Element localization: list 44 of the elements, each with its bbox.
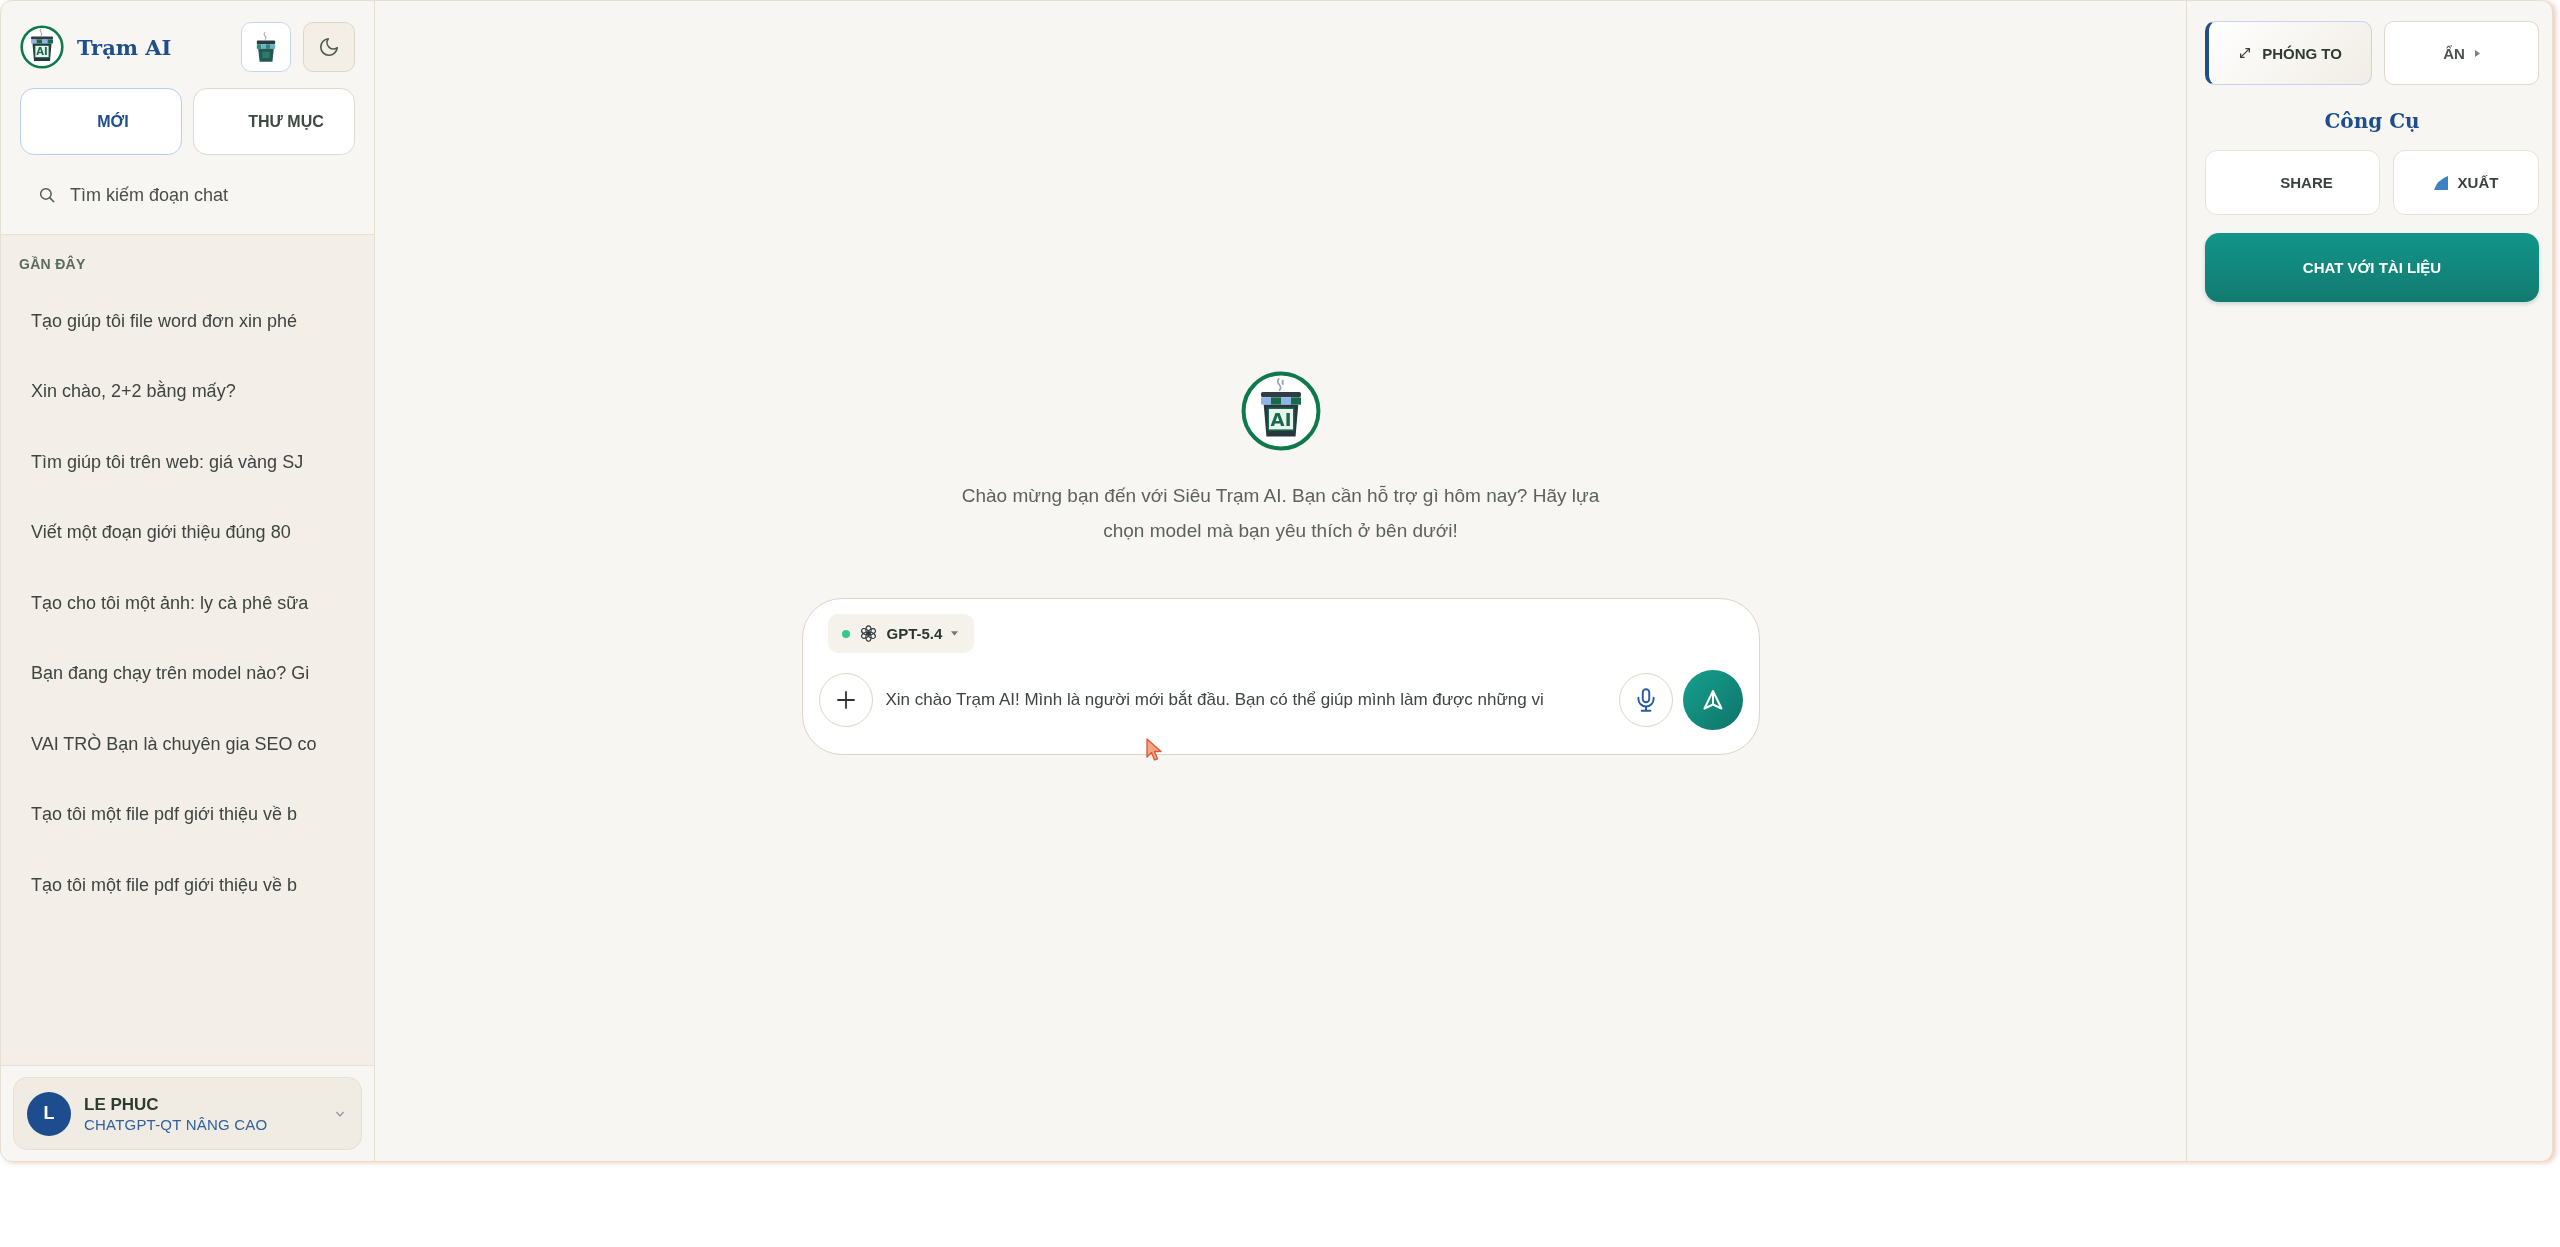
search-icon (38, 186, 56, 204)
caret-icon (951, 631, 959, 636)
quarter-shape-icon (2433, 175, 2448, 190)
message-input[interactable]: Xin chào Trạm AI! Mình là người mới bắt đầu. Bạn có thể giúp mình làm được những vi (885, 680, 1606, 720)
chat-history-item[interactable]: Tạo giúp tôi file word đơn xin phé (1, 286, 305, 357)
chat-history-item[interactable]: Tạo tôi một file pdf giới thiệu về b (1, 850, 305, 921)
navigation-arrow-icon (1700, 688, 1725, 712)
new-chat-button[interactable]: MỚI (20, 88, 182, 155)
user-name: LE PHUC (84, 1093, 159, 1115)
export-button[interactable]: XUẤT (2393, 150, 2539, 215)
welcome-message: Chào mừng bạn đến với Siêu Trạm AI. Bạn cần hỗ trợ gì hôm nay? Hãy lựa chọn model mà bạn yêu thích ở bên dưới! (960, 484, 1601, 543)
cup-logo: AI (1240, 371, 1321, 451)
cup-logo: AI (20, 25, 64, 69)
tools-title: Công Cụ (2323, 108, 2421, 135)
chat-history-item[interactable]: Viết một đoạn giới thiệu đúng 80 (1, 497, 299, 568)
chat-history-item[interactable]: Tạo tôi một file pdf giới thiệu về b (1, 779, 305, 850)
chat-history-item[interactable]: Tìm giúp tôi trên web: giá vàng SJ (1, 427, 312, 498)
chat-history-item[interactable]: Xin chào, 2+2 bằng mấy? (1, 356, 244, 427)
microphone-button[interactable] (1618, 673, 1673, 727)
folder-button[interactable]: THƯ MỤC (193, 88, 355, 155)
search-button[interactable]: Tìm kiếm đoạn chat (20, 175, 239, 215)
expand-button[interactable]: PHÓNG TO (2205, 21, 2372, 85)
dark-mode-button[interactable] (303, 22, 355, 72)
user-avatar: L (27, 1091, 71, 1136)
share-button[interactable]: SHARE (2205, 150, 2380, 215)
cup-icon (255, 31, 277, 63)
chat-with-documents-button[interactable]: CHAT VỚI TÀI LIỆU (2205, 233, 2539, 302)
user-plan: CHATGPT-QT NÂNG CAO (84, 1114, 268, 1134)
chat-history-item[interactable]: VAI TRÒ Bạn là chuyên gia SEO co (1, 709, 325, 780)
add-button[interactable] (818, 673, 873, 727)
knot-icon (858, 624, 878, 643)
expand-icon (2238, 46, 2253, 60)
caret-icon (2474, 49, 2480, 57)
user-card[interactable]: L LE PHUC CHATGPT-QT NÂNG CAO (13, 1077, 362, 1150)
cursor-icon (1144, 737, 1164, 763)
chat-history-item[interactable]: Tạo cho tôi một ảnh: ly cà phê sữa (1, 568, 317, 639)
moon-icon (318, 36, 340, 58)
section-heading: GẦN ĐÂY (18, 255, 87, 273)
model-selector[interactable]: GPT-5.4 (827, 614, 975, 653)
hide-button[interactable]: ẨN (2384, 21, 2539, 85)
chat-history-item[interactable]: Bạn đang chạy trên model nào? Gi (1, 638, 318, 709)
cup-button[interactable] (241, 22, 291, 72)
brand-name: Trạm AI (77, 34, 172, 60)
plus-icon (835, 690, 856, 710)
